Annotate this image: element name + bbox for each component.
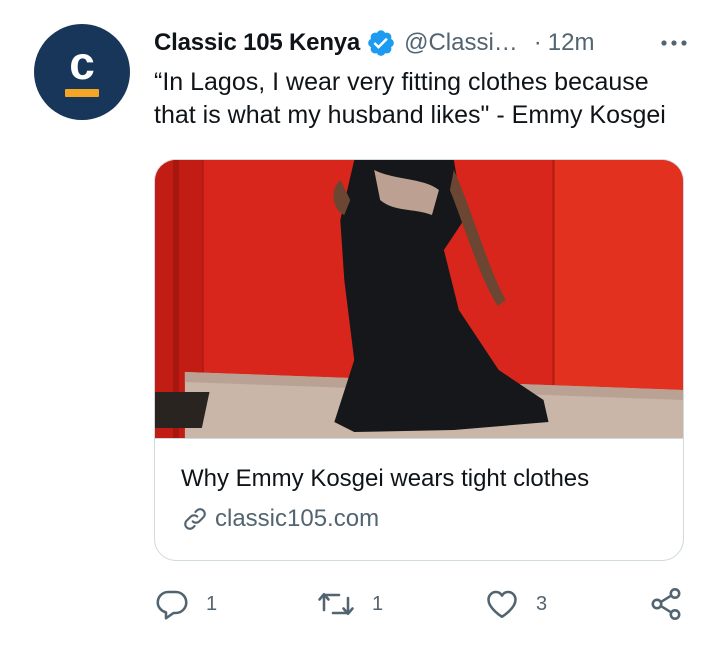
tweet-text: “In Lagos, I wear very fitting clothes b… (154, 68, 666, 129)
card-domain-text: classic105.com (215, 505, 380, 532)
avatar-logo-bar (65, 89, 99, 97)
share-icon (651, 588, 681, 620)
share-button[interactable] (648, 586, 684, 622)
like-button[interactable]: 3 (484, 586, 547, 622)
tweet-actions: 1 1 3 (154, 586, 694, 626)
reply-icon (156, 590, 188, 620)
reply-button[interactable]: 1 (154, 586, 217, 622)
retweet-icon (318, 592, 354, 616)
avatar[interactable]: c (34, 24, 130, 120)
avatar-letter: c (69, 37, 95, 89)
card-domain[interactable]: classic105.com (181, 505, 379, 533)
like-icon (487, 590, 517, 619)
reply-count: 1 (206, 592, 218, 615)
timestamp[interactable]: 12m (548, 29, 595, 57)
verified-badge-icon (366, 28, 396, 58)
card-image[interactable] (155, 160, 683, 438)
retweet-button[interactable]: 1 (316, 586, 383, 622)
tweet-header: Classic 105 Kenya @Classi… · 12m (154, 26, 690, 60)
link-card[interactable]: Why Emmy Kosgei wears tight clothes clas… (154, 159, 684, 561)
link-icon (184, 508, 206, 530)
account-handle[interactable]: @Classi… (404, 29, 518, 57)
like-count: 3 (536, 592, 548, 615)
card-divider (155, 438, 683, 439)
retweet-count: 1 (372, 592, 384, 615)
separator-dot: · (533, 29, 542, 56)
more-options-icon[interactable] (658, 30, 690, 56)
card-title[interactable]: Why Emmy Kosgei wears tight clothes (181, 465, 589, 493)
display-name[interactable]: Classic 105 Kenya (154, 29, 360, 57)
